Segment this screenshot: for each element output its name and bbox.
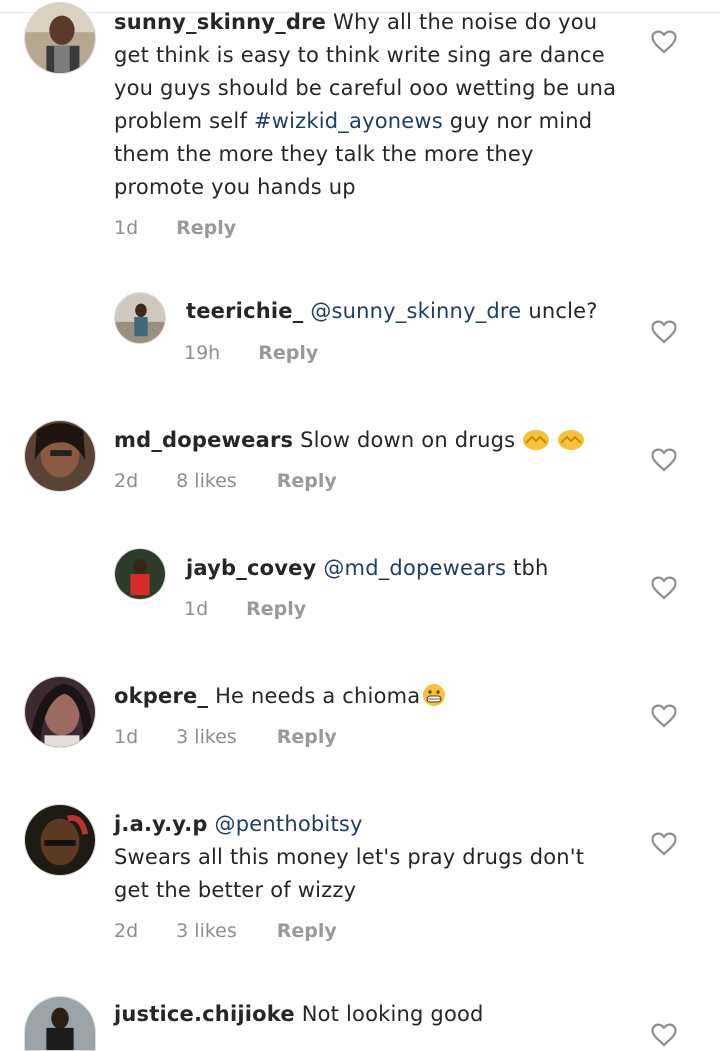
avatar[interactable] [24, 2, 96, 74]
comment-username[interactable]: md_dopewears [114, 428, 293, 452]
comment-time: 1d [114, 217, 139, 239]
comment-body: teerichie_ @sunny_skinny_dre uncle? [186, 295, 626, 328]
comment-username[interactable]: teerichie_ [186, 299, 303, 323]
comment-time: 2d [114, 920, 139, 942]
comment-username[interactable]: sunny_skinny_dre [114, 10, 326, 34]
comment-text: Slow down on drugs [300, 428, 516, 452]
avatar[interactable] [24, 996, 96, 1051]
avatar[interactable] [114, 292, 166, 344]
likes-count[interactable]: 3 likes [176, 920, 237, 942]
reply-button[interactable]: Reply [176, 217, 236, 239]
like-heart-icon[interactable] [651, 576, 677, 600]
comment-body: md_dopewears Slow down on drugs [114, 424, 634, 457]
covering-hands-emoji-icon [522, 427, 550, 451]
grimacing-emoji-icon [420, 683, 448, 707]
comment-mention[interactable]: @penthobitsy [215, 812, 363, 836]
like-heart-icon[interactable] [651, 832, 677, 856]
likes-count[interactable]: 8 likes [176, 470, 237, 492]
like-heart-icon[interactable] [651, 704, 677, 728]
comment-username[interactable]: okpere_ [114, 684, 208, 708]
comment-body: justice.chijioke Not looking good [114, 998, 634, 1031]
comment-time: 19h [184, 342, 221, 364]
comment-text: He needs a chioma [215, 684, 421, 708]
comment-meta: 1d Reply [184, 598, 306, 620]
comment-hashtag[interactable]: #wizkid_ayonews [254, 109, 443, 133]
comment-text: Not looking good [301, 1002, 484, 1026]
reply-button[interactable]: Reply [277, 920, 337, 942]
covering-hands-emoji-icon [557, 427, 585, 451]
comment-username[interactable]: j.a.y.y.p [114, 812, 208, 836]
like-heart-icon[interactable] [651, 30, 677, 54]
comment-meta: 1d Reply [114, 217, 236, 239]
comment-mention[interactable]: @sunny_skinny_dre [310, 299, 521, 323]
comment-body: okpere_ He needs a chioma [114, 680, 634, 713]
likes-count[interactable]: 3 likes [176, 726, 237, 748]
avatar[interactable] [24, 420, 96, 492]
comment-body: j.a.y.y.p @penthobitsy Swears all this m… [114, 808, 626, 907]
comment-time: 1d [184, 598, 209, 620]
reply-button[interactable]: Reply [258, 342, 318, 364]
like-heart-icon[interactable] [651, 1023, 677, 1047]
avatar[interactable] [24, 676, 96, 748]
comment-text: Swears all this money let's pray drugs d… [114, 845, 585, 902]
avatar[interactable] [24, 804, 96, 876]
comment-body: sunny_skinny_dre Why all the noise do yo… [114, 6, 626, 204]
reply-button[interactable]: Reply [277, 726, 337, 748]
comment-meta: 1d 3 likes Reply [114, 726, 337, 748]
reply-button[interactable]: Reply [246, 598, 306, 620]
avatar[interactable] [114, 548, 166, 600]
like-heart-icon[interactable] [651, 320, 677, 344]
comment-meta: 2d 3 likes Reply [114, 920, 337, 942]
comment-time: 2d [114, 470, 139, 492]
comment-username[interactable]: justice.chijioke [114, 1002, 295, 1026]
comment-username[interactable]: jayb_covey [186, 556, 316, 580]
comment-body: jayb_covey @md_dopewears tbh [186, 552, 626, 585]
comment-meta: 2d 8 likes Reply [114, 470, 337, 492]
like-heart-icon[interactable] [651, 448, 677, 472]
comment-text: tbh [513, 556, 549, 580]
comment-time: 1d [114, 726, 139, 748]
comment-text: uncle? [528, 299, 598, 323]
reply-button[interactable]: Reply [277, 470, 337, 492]
comment-mention[interactable]: @md_dopewears [323, 556, 506, 580]
comment-meta: 19h Reply [184, 342, 318, 364]
